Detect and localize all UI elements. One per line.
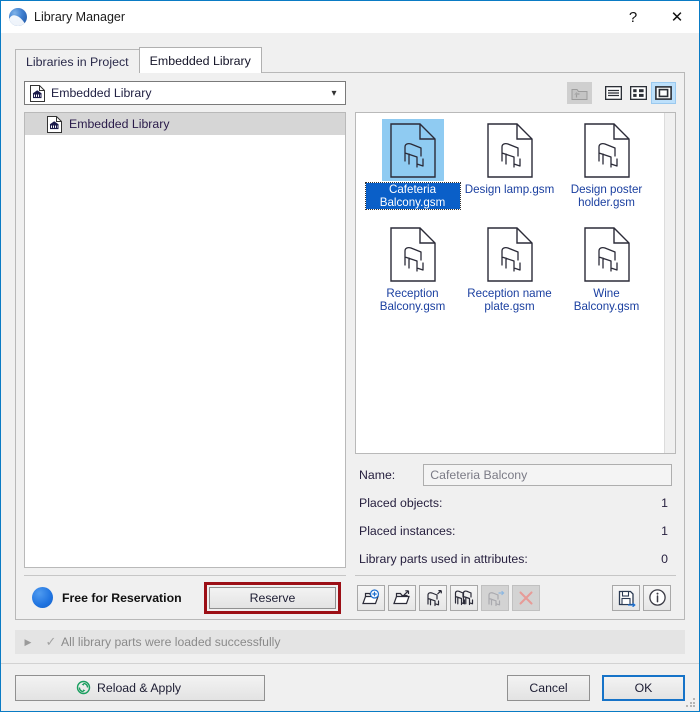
library-part-object-icon [576, 223, 638, 285]
reload-and-apply-button[interactable]: Reload & Apply [15, 674, 265, 701]
save-as-button[interactable] [612, 584, 640, 611]
title-bar-buttons: ? ✕ [611, 1, 699, 33]
tab-embedded-library[interactable]: Embedded Library [138, 47, 262, 73]
chevron-down-icon[interactable]: ▾ [325, 88, 343, 99]
resize-grip[interactable] [686, 698, 696, 708]
library-tree[interactable]: Embedded Library [24, 112, 346, 568]
delete-object-button [512, 584, 540, 611]
tree-item-embedded-library[interactable]: Embedded Library [25, 113, 345, 135]
detail-row-placed-instances: Placed instances: 1 [359, 519, 672, 542]
library-part-label: Reception Balcony.gsm [379, 287, 446, 313]
status-bar[interactable]: ▶ ✓ All library parts were loaded succes… [15, 630, 685, 654]
detail-label: Placed objects: [359, 495, 443, 510]
view-mode-toolbar [355, 81, 676, 105]
details-view-button[interactable] [626, 82, 651, 104]
move-object-button [481, 584, 509, 611]
library-parts-grid[interactable]: Cafeteria Balcony.gsm Design lamp.gsm De… [355, 112, 676, 454]
ok-button[interactable]: OK [602, 674, 685, 701]
detail-label: Placed instances: [359, 523, 456, 538]
duplicate-object-button[interactable] [450, 584, 478, 611]
embed-object-button[interactable] [419, 584, 447, 611]
triangle-right-icon[interactable]: ▶ [15, 637, 41, 648]
embedded-library-document-icon [47, 115, 62, 133]
library-part-object-icon [382, 223, 444, 285]
library-part-object-icon [479, 223, 541, 285]
refresh-circle-icon [76, 680, 91, 695]
library-part-item[interactable]: Cafeteria Balcony.gsm [364, 119, 461, 219]
export-library-button[interactable] [388, 584, 416, 611]
library-part-object-icon [381, 119, 444, 181]
large-icon-view-button[interactable] [651, 82, 676, 104]
window-title: Library Manager [34, 10, 126, 24]
library-part-label: Cafeteria Balcony.gsm [364, 182, 461, 210]
archicad-logo-icon [9, 8, 27, 26]
add-library-button[interactable] [357, 584, 385, 611]
dialog-footer: Reload & Apply Cancel OK [1, 663, 699, 711]
detail-row-placed-objects: Placed objects: 1 [359, 491, 672, 514]
library-part-label: Design lamp.gsm [464, 183, 555, 196]
help-button[interactable]: ? [611, 1, 655, 33]
tab-strip: Libraries in Project Embedded Library [15, 47, 699, 73]
reserve-button-highlight: Reserve [204, 581, 341, 614]
detail-label: Name: [359, 467, 396, 482]
reservation-status-label: Free for Reservation [62, 590, 182, 605]
status-message: All library parts were loaded successful… [61, 635, 281, 649]
detail-row-parts-in-attributes: Library parts used in attributes: 0 [359, 547, 672, 570]
reservation-bar: Free for Reservation Reserve [24, 575, 346, 619]
tab-libraries-in-project[interactable]: Libraries in Project [15, 49, 140, 73]
reserve-button[interactable]: Reserve [209, 586, 336, 609]
list-view-button[interactable] [601, 82, 626, 104]
reload-and-apply-label: Reload & Apply [97, 680, 182, 695]
library-tree-column: Embedded Library ▾ Embedded Library Free… [24, 81, 346, 619]
panel-body: Embedded Library ▾ Embedded Library Free… [16, 73, 684, 619]
library-part-item[interactable]: Design lamp.gsm [461, 119, 558, 219]
detail-value: 0 [661, 551, 668, 566]
library-part-label: Design poster holder.gsm [570, 183, 643, 209]
library-part-details: Name: Cafeteria Balcony Placed objects: … [355, 454, 676, 575]
reservation-status-dot [32, 587, 53, 608]
embedded-library-document-icon [30, 84, 45, 102]
library-select-value: Embedded Library [51, 86, 152, 100]
detail-row-name: Name: Cafeteria Balcony [359, 463, 672, 486]
go-up-folder-button[interactable] [567, 82, 592, 104]
tab-content-panel: Embedded Library ▾ Embedded Library Free… [15, 72, 685, 620]
library-part-item[interactable]: Reception Balcony.gsm [364, 223, 461, 323]
library-part-item[interactable]: Reception name plate.gsm [461, 223, 558, 323]
library-select-combobox[interactable]: Embedded Library ▾ [24, 81, 346, 105]
title-bar: Library Manager ? ✕ [1, 1, 699, 33]
part-name-field[interactable]: Cafeteria Balcony [423, 463, 672, 486]
library-part-item[interactable]: Wine Balcony.gsm [558, 223, 655, 323]
detail-label: Library parts used in attributes: [359, 551, 528, 566]
library-part-object-icon [479, 119, 541, 181]
library-part-label: Reception name plate.gsm [467, 287, 552, 313]
check-icon: ✓ [45, 634, 57, 649]
grid-scrollbar[interactable] [664, 113, 675, 453]
detail-value: 1 [661, 495, 668, 510]
info-button[interactable] [643, 584, 671, 611]
detail-value: 1 [661, 523, 668, 538]
cancel-button[interactable]: Cancel [507, 674, 590, 701]
action-toolbar [355, 575, 676, 619]
library-parts-list: Cafeteria Balcony.gsm Design lamp.gsm De… [356, 113, 664, 453]
library-part-object-icon [576, 119, 638, 181]
library-part-item[interactable]: Design poster holder.gsm [558, 119, 655, 219]
library-content-column: Cafeteria Balcony.gsm Design lamp.gsm De… [355, 81, 676, 619]
tree-item-label: Embedded Library [69, 117, 170, 131]
library-part-label: Wine Balcony.gsm [573, 287, 640, 313]
library-manager-dialog: Library Manager ? ✕ Libraries in Project… [0, 0, 700, 712]
close-button[interactable]: ✕ [655, 1, 699, 33]
